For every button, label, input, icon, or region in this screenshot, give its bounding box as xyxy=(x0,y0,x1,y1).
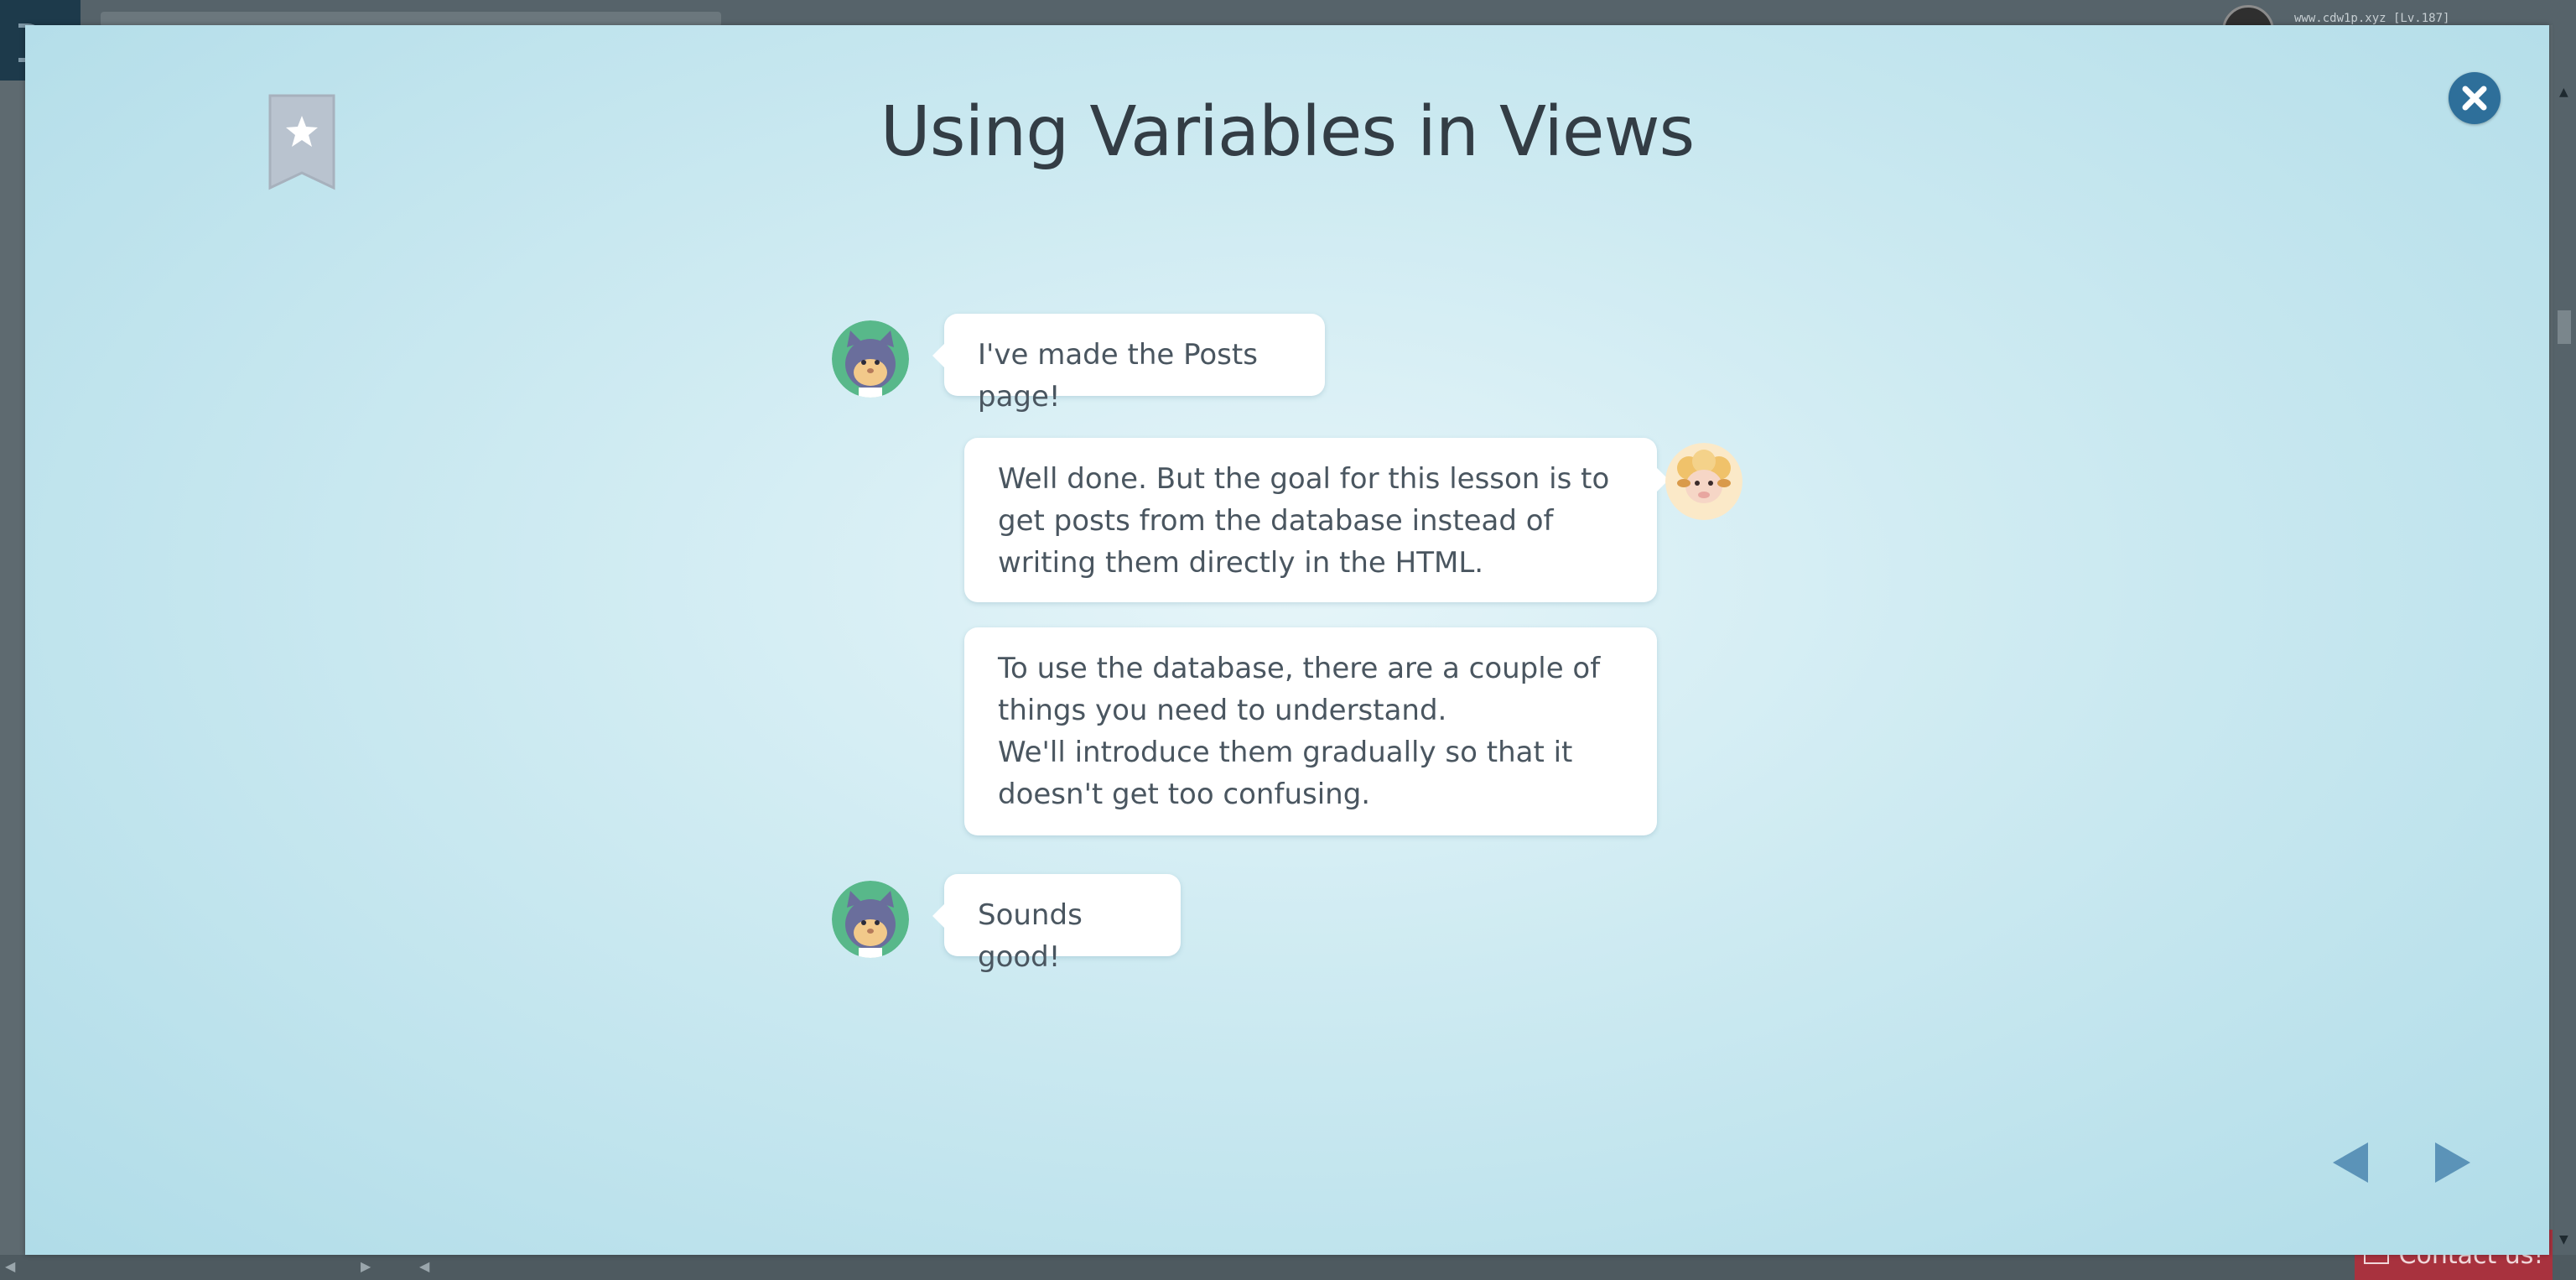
lesson-title: Using Variables in Views xyxy=(880,92,1696,172)
scroll-up-icon[interactable]: ▲ xyxy=(2559,86,2568,99)
cat-avatar xyxy=(832,320,909,398)
background-url-text: www.cdw1p.xyz [Lv.187] xyxy=(2294,12,2450,25)
chat-bubble: Sounds good! xyxy=(932,874,1181,974)
chat-bubble: I've made the Posts page! xyxy=(932,314,1325,414)
next-arrow-icon[interactable] xyxy=(2428,1139,2475,1186)
page-scrollbar[interactable]: ▲ ▼ xyxy=(2553,25,2576,1255)
chat-message-text: We'll introduce them gradually so that i… xyxy=(998,736,1573,811)
chat-message-text: Well done. But the goal for this lesson … xyxy=(998,462,1610,580)
scroll-thumb[interactable] xyxy=(2558,310,2571,344)
chat-message-text: Sounds good! xyxy=(978,898,1083,974)
close-icon[interactable] xyxy=(2449,72,2501,124)
chat-message-text: I've made the Posts page! xyxy=(978,338,1258,414)
cat-avatar xyxy=(832,881,909,958)
background-bottom-bar xyxy=(0,1255,2576,1280)
lesson-modal: Using Variables in Views I've made the P… xyxy=(25,25,2549,1255)
chat-bubble: Well done. But the goal for this lesson … xyxy=(964,438,1669,602)
scroll-down-icon[interactable]: ▼ xyxy=(2559,1233,2568,1246)
chat-message-text: To use the database, there are a couple … xyxy=(998,652,1601,727)
previous-arrow-icon[interactable] xyxy=(2328,1139,2375,1186)
scroll-right-icon[interactable]: ▶ xyxy=(361,1258,371,1274)
chat-bubble: To use the database, there are a couple … xyxy=(964,627,1657,835)
scroll-left-icon[interactable]: ◀ xyxy=(419,1258,429,1274)
sheep-avatar xyxy=(1665,443,1742,520)
scroll-left-icon[interactable]: ◀ xyxy=(5,1258,15,1274)
